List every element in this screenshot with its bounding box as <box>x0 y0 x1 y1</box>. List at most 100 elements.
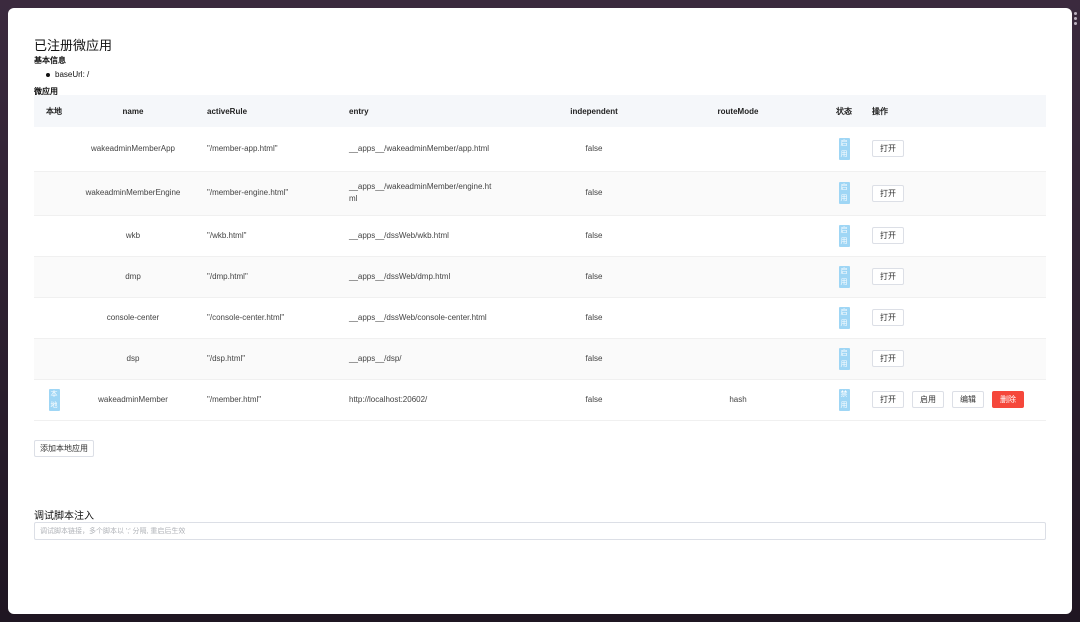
cell-status: 禁用 <box>822 379 866 420</box>
cell-independent: false <box>585 230 603 240</box>
table-row: dsp "/dsp.html" __apps__/dsp/false 启用 打开 <box>34 338 1046 379</box>
open-button[interactable]: 打开 <box>872 227 904 244</box>
column-header-routemode: routeMode <box>717 106 759 116</box>
status-tag: 启用 <box>838 347 850 370</box>
cell-local <box>34 338 74 379</box>
cell-routemode <box>654 338 822 379</box>
table-row: console-center "/console-center.html" __ap… <box>34 297 1046 338</box>
delete-button[interactable]: 删除 <box>992 391 1024 408</box>
cell-status: 启用 <box>822 338 866 379</box>
cell-independent: false <box>585 271 603 281</box>
cell-independent: false <box>585 394 603 404</box>
cell-entry: http://localhost:20602/ <box>349 394 428 404</box>
cell-routemode <box>654 297 822 338</box>
cell-ops: 打开 <box>866 171 1046 215</box>
cell-local <box>34 215 74 256</box>
status-tag: 启用 <box>838 306 850 329</box>
cell-ops: 打开 <box>866 297 1046 338</box>
table-row: 本地 wakeadminMember "/member.html" http://lo… <box>34 379 1046 420</box>
table-row: dmp "/dmp.html" __apps__/dssWeb/dmp.html fa… <box>34 256 1046 297</box>
cell-ops: 打开 <box>866 215 1046 256</box>
open-button[interactable]: 打开 <box>872 391 904 408</box>
open-button[interactable]: 打开 <box>872 350 904 367</box>
cell-routemode <box>654 171 822 215</box>
cell-local <box>34 297 74 338</box>
cell-ops: 打开 <box>866 338 1046 379</box>
edit-button[interactable]: 编辑 <box>952 391 984 408</box>
cell-name: wakeadminMember <box>98 394 168 404</box>
cell-entry: __apps__/dssWeb/console-center.html <box>349 312 487 322</box>
column-header-status: 状态 <box>836 106 852 116</box>
cell-status: 启用 <box>822 171 866 215</box>
table-row: wakeadminMemberEngine "/member-engine.htm… <box>34 171 1046 215</box>
open-button[interactable]: 打开 <box>872 140 904 158</box>
column-header-activerule: activeRule <box>207 106 248 116</box>
cell-activerule: "/console-center.html" <box>207 312 285 322</box>
column-header-name: name <box>122 106 144 116</box>
add-local-app-button[interactable]: 添加本地应用 <box>34 440 94 457</box>
cell-status: 启用 <box>822 297 866 338</box>
window-handle-icon[interactable] <box>1074 12 1078 25</box>
status-tag: 启用 <box>838 182 850 204</box>
cell-name: wkb <box>125 230 141 240</box>
cell-status: 启用 <box>822 127 866 171</box>
open-button[interactable]: 打开 <box>872 184 904 202</box>
table-header-row: 本地 name activeRule entry independent rou… <box>34 95 1046 127</box>
open-button[interactable]: 打开 <box>872 268 904 285</box>
cell-independent: false <box>585 143 603 153</box>
column-header-entry: entry <box>349 106 369 116</box>
open-button[interactable]: 打开 <box>872 309 904 326</box>
cell-independent: false <box>585 188 603 197</box>
cell-name: wakeadminMemberEngine <box>85 188 181 197</box>
cell-status: 启用 <box>822 215 866 256</box>
cell-routemode <box>654 256 822 297</box>
cell-activerule: "/member-app.html" <box>207 143 278 153</box>
cell-local <box>34 171 74 215</box>
cell-local <box>34 127 74 171</box>
cell-entry: __apps__/dsp/ <box>349 353 402 363</box>
cell-name: wakeadminMemberApp <box>90 143 176 153</box>
table-row: wakeadminMemberApp "/member-app.html" __ap… <box>34 127 1046 171</box>
status-tag: 禁用 <box>838 388 850 411</box>
cell-activerule: "/member-engine.html" <box>207 188 289 197</box>
table-row: wkb "/wkb.html" __apps__/dssWeb/wkb.html fa… <box>34 215 1046 256</box>
page: 已注册微应用 基本信息 baseUrl: / 微应用 本地 name activ… <box>8 8 1072 614</box>
cell-routemode <box>654 215 822 256</box>
cell-independent: false <box>585 312 603 322</box>
cell-entry: __apps__/dssWeb/wkb.html <box>349 230 449 240</box>
cell-ops: 打开 <box>866 256 1046 297</box>
bullet-icon <box>46 72 50 77</box>
status-tag: 启用 <box>838 137 850 160</box>
enable-button[interactable]: 启用 <box>912 391 944 408</box>
cell-activerule: "/wkb.html" <box>207 230 247 240</box>
base-url-item: baseUrl: / <box>46 70 89 79</box>
debug-script-heading: 调试脚本注入 <box>34 511 94 522</box>
cell-activerule: "/dsp.html" <box>207 353 246 363</box>
local-tag: 本地 <box>48 388 60 411</box>
cell-activerule: "/member.html" <box>207 394 262 404</box>
cell-local: 本地 <box>34 379 74 420</box>
cell-ops: 打开 启用 编辑 删除 <box>866 379 1046 420</box>
cell-entry: __apps__/dssWeb/dmp.html <box>349 271 451 281</box>
cell-routemode: hash <box>729 394 747 404</box>
cell-status: 启用 <box>822 256 866 297</box>
basic-info-heading: 基本信息 <box>34 56 66 65</box>
cell-independent: false <box>585 353 603 363</box>
base-url-text: baseUrl: / <box>55 70 90 79</box>
column-header-ops: 操作 <box>872 106 888 116</box>
micro-apps-table: 本地 name activeRule entry independent rou… <box>34 95 1046 421</box>
column-header-independent: independent <box>570 106 618 116</box>
cell-ops: 打开 <box>866 127 1046 171</box>
debug-script-input[interactable] <box>34 522 1046 540</box>
cell-local <box>34 256 74 297</box>
cell-name: dsp <box>126 353 140 363</box>
cell-routemode <box>654 127 822 171</box>
cell-activerule: "/dmp.html" <box>207 271 248 281</box>
cell-name: dmp <box>125 271 141 281</box>
cell-name: console-center <box>106 312 160 322</box>
status-tag: 启用 <box>838 265 850 288</box>
status-tag: 启用 <box>838 224 850 247</box>
cell-entry: __apps__/wakeadminMember/app.html <box>349 143 490 153</box>
page-title: 已注册微应用 <box>34 38 113 53</box>
cell-entry: __apps__/wakeadminMember/engine.html <box>349 182 492 203</box>
